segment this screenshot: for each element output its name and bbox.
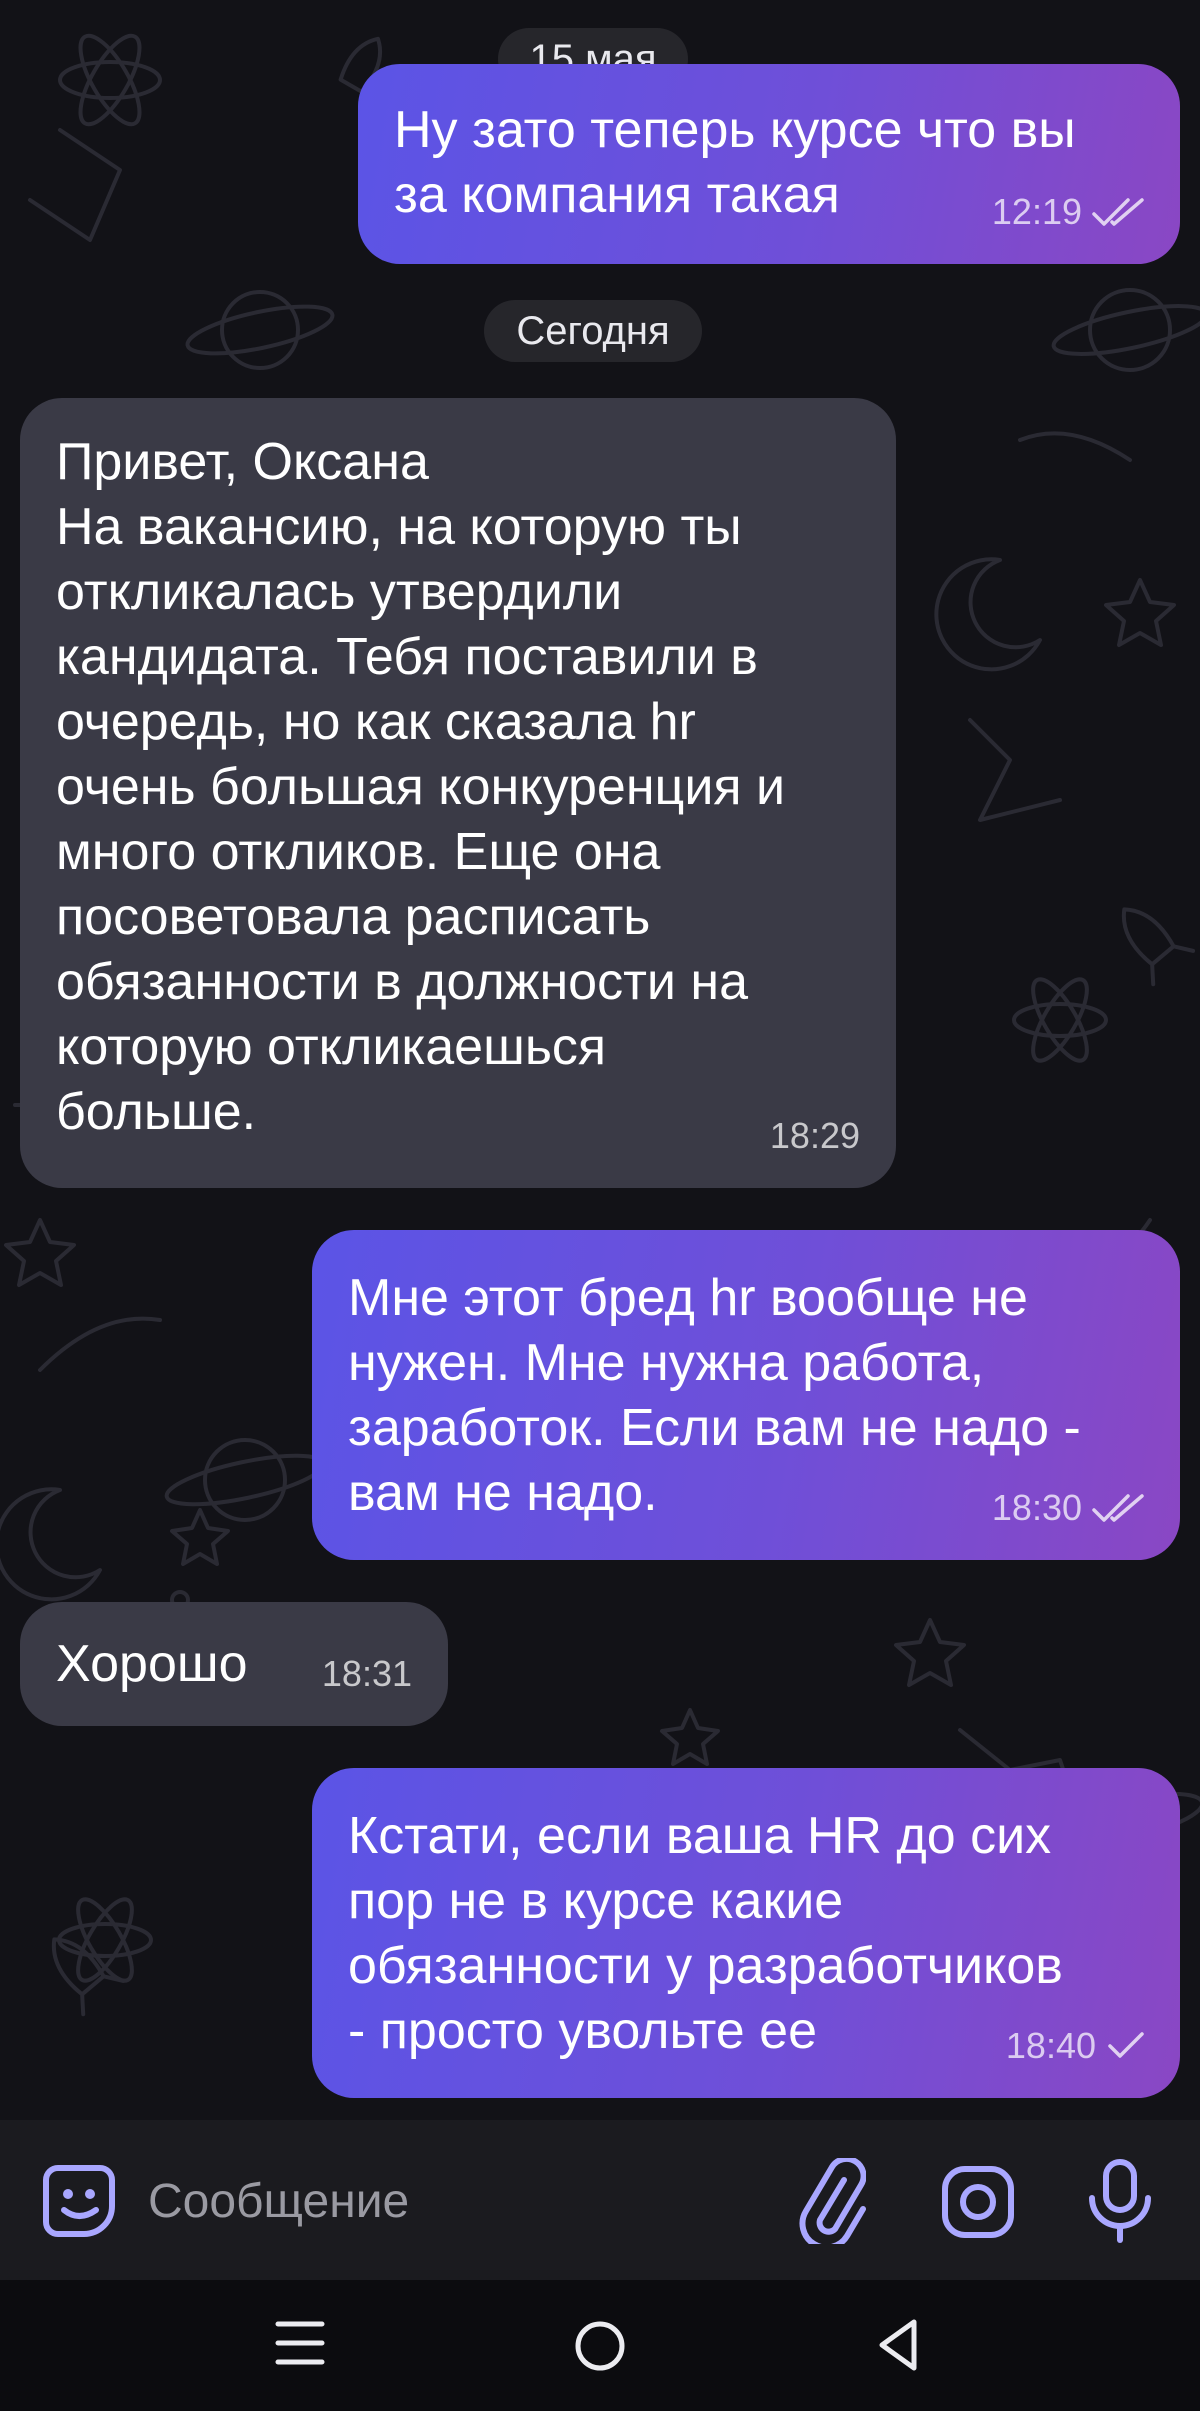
home-icon[interactable] bbox=[572, 2318, 628, 2374]
message-time: 18:31 bbox=[321, 1653, 412, 1694]
message-meta: 18:40 bbox=[1006, 2013, 1146, 2078]
message-time: 18:30 bbox=[991, 1487, 1082, 1528]
menu-icon[interactable] bbox=[274, 2318, 326, 2368]
message-composer: Сообщение bbox=[0, 2120, 1200, 2280]
system-navigation-bar bbox=[0, 2280, 1200, 2411]
back-icon[interactable] bbox=[874, 2316, 922, 2374]
double-check-icon bbox=[1092, 197, 1144, 226]
message-text: Хорошо bbox=[56, 1635, 248, 1693]
incoming-message[interactable]: Хорошо 18:31 bbox=[20, 1602, 448, 1726]
message-text: Мне этот бред hr вообще не нужен. Мне ну… bbox=[348, 1269, 1081, 1522]
message-text: Привет, Оксана На вакансию, на которую т… bbox=[56, 433, 786, 1141]
outgoing-message[interactable]: Мне этот бред hr вообще не нужен. Мне ну… bbox=[312, 1230, 1180, 1560]
message-meta: 18:30 bbox=[992, 1475, 1146, 1540]
message-text: Ну зато теперь курсе что вы за компания … bbox=[394, 101, 1076, 224]
outgoing-message[interactable]: Кстати, если ваша HR до сих пор не в кур… bbox=[312, 1768, 1180, 2098]
message-meta: 18:31 bbox=[322, 1641, 412, 1706]
message-input[interactable]: Сообщение bbox=[148, 2172, 409, 2232]
incoming-message[interactable]: Привет, Оксана На вакансию, на которую т… bbox=[20, 398, 896, 1188]
message-time: 18:29 bbox=[769, 1115, 860, 1156]
paperclip-icon[interactable] bbox=[796, 2158, 866, 2244]
sticker-icon[interactable] bbox=[40, 2162, 118, 2240]
message-time: 18:40 bbox=[1005, 2025, 1096, 2066]
date-separator: Сегодня bbox=[484, 300, 702, 362]
message-text: Кстати, если ваша HR до сих пор не в кур… bbox=[348, 1807, 1063, 2060]
message-meta: 18:29 bbox=[770, 1103, 860, 1168]
chat-area[interactable]: 15 мая Ну зато теперь курсе что вы за ко… bbox=[0, 0, 1200, 2120]
single-check-icon bbox=[1108, 2031, 1144, 2058]
message-time: 12:19 bbox=[991, 191, 1082, 232]
outgoing-message[interactable]: Ну зато теперь курсе что вы за компания … bbox=[358, 64, 1180, 264]
message-meta: 12:19 bbox=[992, 179, 1146, 244]
camera-icon[interactable] bbox=[940, 2164, 1016, 2240]
double-check-icon bbox=[1092, 1493, 1144, 1522]
microphone-icon[interactable] bbox=[1082, 2156, 1158, 2246]
